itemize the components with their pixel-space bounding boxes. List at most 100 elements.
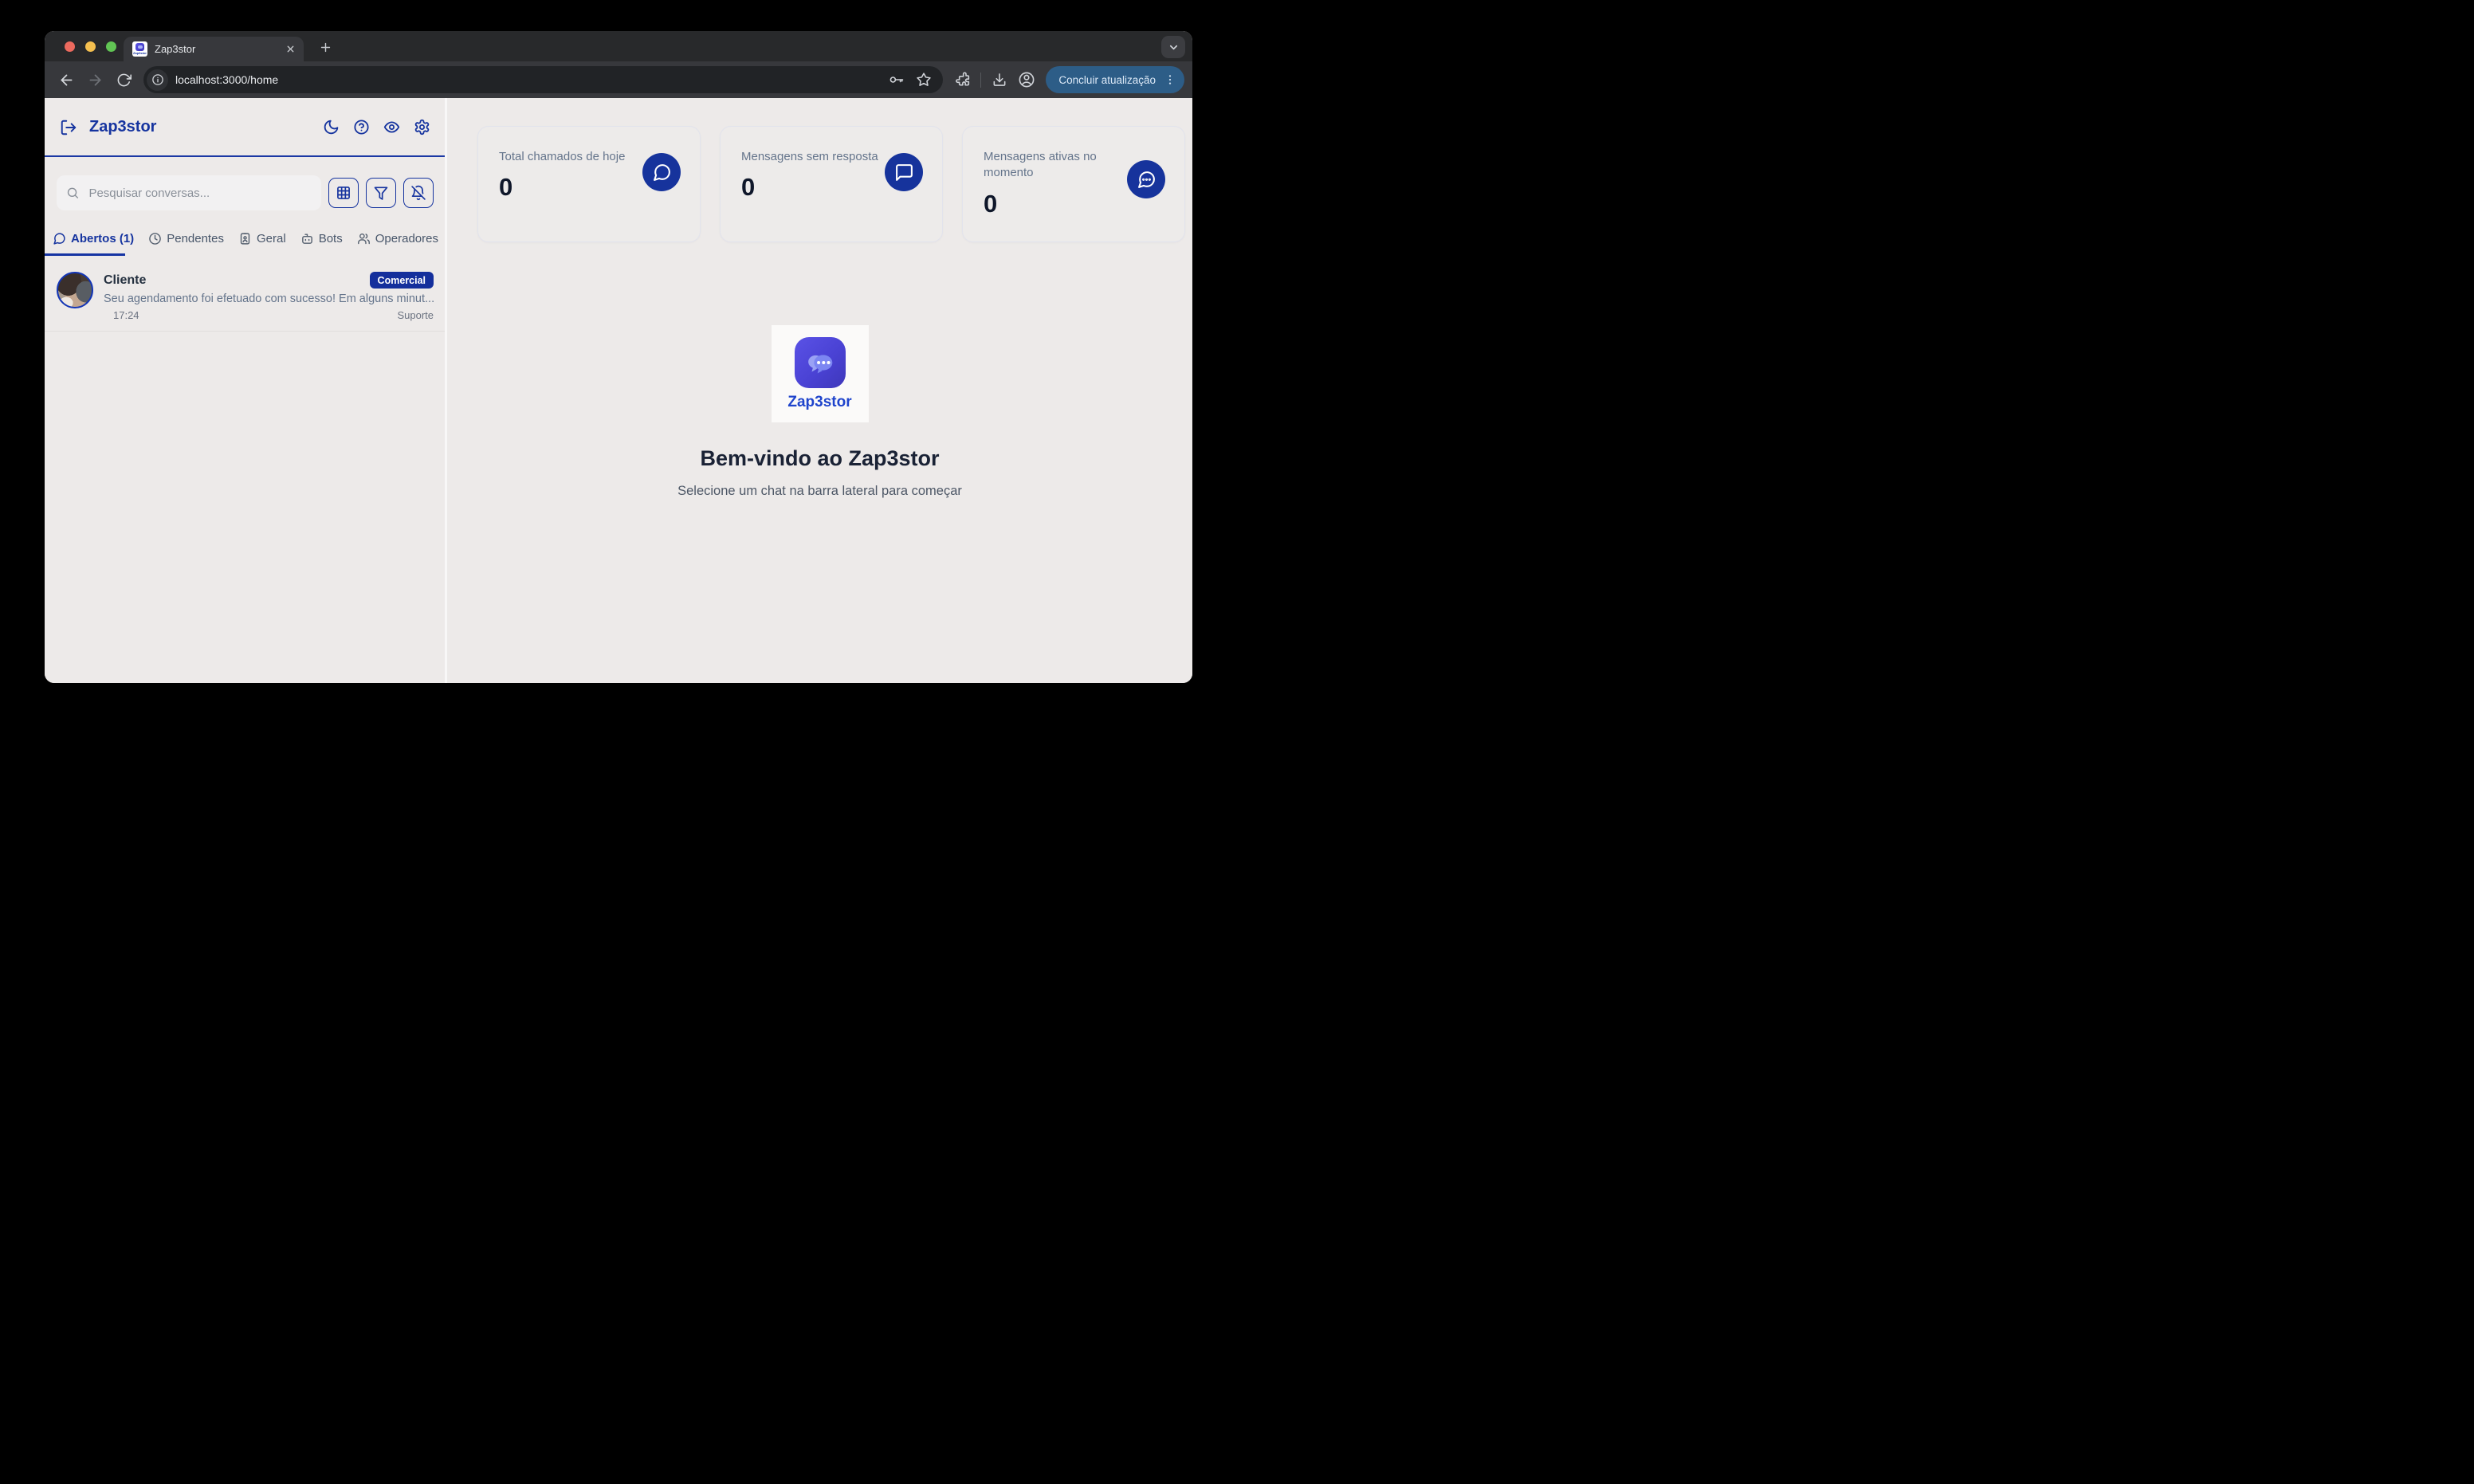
users-icon [357, 232, 371, 245]
extensions-button[interactable] [949, 66, 975, 93]
tab-close-icon[interactable] [285, 44, 296, 54]
chevron-down-icon [1168, 41, 1180, 53]
bot-icon [300, 232, 314, 245]
chat-list-item[interactable]: Cliente Comercial Seu agendamento foi ef… [45, 261, 445, 332]
browser-toolbar: localhost:3000/home Concluir atualização [45, 61, 1192, 98]
url-text[interactable]: localhost:3000/home [175, 73, 878, 86]
moon-icon [323, 119, 340, 135]
close-window-button[interactable] [65, 41, 75, 52]
search-input[interactable] [87, 186, 312, 201]
tab-operadores[interactable]: Operadores [355, 232, 440, 245]
chat-avatar [57, 272, 93, 308]
sidebar: Zap3stor [45, 98, 445, 683]
tab-abertos[interactable]: Abertos (1) [51, 232, 135, 245]
dark-mode-button[interactable] [323, 119, 340, 135]
tab-geral[interactable]: Geral [237, 232, 288, 245]
stat-label: Total chamados de hoje [499, 149, 646, 165]
tab-bots[interactable]: Bots [299, 232, 344, 245]
welcome-heading: Bem-vindo ao Zap3stor [700, 446, 939, 471]
zap3stor-logo-icon [135, 43, 144, 51]
grid-view-button[interactable] [328, 178, 359, 208]
browser-window: Zap3stor Zap3stor localhost:30 [45, 31, 1192, 683]
app-logo-text: Zap3stor [787, 394, 851, 411]
bookmark-button[interactable] [916, 72, 932, 88]
back-button[interactable] [53, 66, 80, 93]
logout-button[interactable] [60, 119, 77, 136]
star-icon [916, 72, 932, 88]
download-icon [992, 72, 1007, 88]
message-square-icon [885, 153, 923, 191]
stat-label: Mensagens ativas no momento [984, 149, 1103, 182]
window-controls [65, 41, 116, 52]
tab-abertos-label: Abertos (1) [71, 232, 134, 245]
search-conversations-box[interactable] [57, 175, 321, 210]
reload-button[interactable] [110, 66, 137, 93]
stat-card-sem-resposta: Mensagens sem resposta 0 [720, 126, 943, 242]
bell-off-icon [410, 185, 426, 201]
menu-three-dots-icon[interactable] [1164, 73, 1176, 86]
stat-card-ativas: Mensagens ativas no momento 0 [962, 126, 1185, 242]
message-dots-icon [1127, 160, 1165, 198]
stat-label: Mensagens sem resposta [741, 149, 889, 165]
filter-button[interactable] [366, 178, 396, 208]
settings-button[interactable] [414, 119, 430, 135]
site-info-button[interactable] [147, 69, 168, 91]
chat-message-preview: Seu agendamento foi efetuado com sucesso… [104, 292, 434, 305]
conversation-tabs: Abertos (1) Pendentes Geral Bots Operado… [45, 222, 445, 254]
favicon-text: Zap3stor [133, 51, 147, 55]
tab-operadores-label: Operadores [375, 232, 438, 245]
new-tab-button[interactable] [316, 38, 334, 56]
back-arrow-icon [58, 72, 75, 88]
gear-icon [414, 119, 430, 135]
reload-icon [116, 73, 132, 88]
chat-contact-name: Cliente [104, 273, 146, 288]
info-icon [151, 73, 164, 86]
eye-icon [383, 119, 400, 135]
main-panel: Total chamados de hoje 0 Mensagens sem r… [447, 98, 1192, 683]
zap3stor-app-icon [795, 337, 846, 388]
puzzle-icon [954, 72, 970, 88]
password-manager-button[interactable] [889, 72, 905, 88]
table-grid-icon [336, 185, 351, 201]
sidebar-actions [323, 119, 430, 135]
chat-queue-label: Suporte [397, 309, 434, 321]
stat-card-total-chamados: Total chamados de hoje 0 [477, 126, 701, 242]
mute-notifications-button[interactable] [403, 178, 434, 208]
forward-arrow-icon [87, 72, 104, 88]
tab-geral-label: Geral [257, 232, 286, 245]
toolbar-separator [980, 73, 981, 88]
active-tab-underline [45, 253, 125, 257]
tab-title: Zap3stor [155, 43, 278, 55]
help-circle-icon [353, 119, 370, 135]
tab-pendentes[interactable]: Pendentes [147, 232, 226, 245]
chat-item-content: Cliente Comercial Seu agendamento foi ef… [104, 272, 434, 321]
minimize-window-button[interactable] [85, 41, 96, 52]
stat-cards: Total chamados de hoje 0 Mensagens sem r… [477, 126, 1192, 242]
chat-tag-badge: Comercial [370, 272, 434, 289]
profile-button[interactable] [1014, 66, 1039, 93]
message-circle-icon [642, 153, 681, 191]
tab-search-button[interactable] [1161, 36, 1185, 58]
app-logo-box: Zap3stor [772, 325, 869, 422]
search-row [45, 157, 445, 217]
sidebar-header: Zap3stor [45, 98, 445, 157]
id-badge-icon [238, 232, 252, 245]
browser-tab[interactable]: Zap3stor Zap3stor [124, 37, 304, 61]
logout-icon [60, 119, 77, 136]
zoom-window-button[interactable] [106, 41, 116, 52]
key-icon [889, 72, 905, 88]
welcome-section: Zap3stor Bem-vindo ao Zap3stor Selecione… [447, 325, 1192, 499]
downloads-button[interactable] [987, 66, 1012, 93]
chat-bubble-icon [53, 232, 66, 245]
finish-update-button[interactable]: Concluir atualização [1046, 66, 1184, 93]
help-button[interactable] [353, 119, 370, 135]
forward-button[interactable] [81, 66, 108, 93]
address-bar[interactable]: localhost:3000/home [143, 66, 943, 93]
visibility-button[interactable] [383, 119, 400, 135]
clock-icon [148, 232, 162, 245]
chat-timestamp: 17:24 [113, 309, 139, 321]
filter-funnel-icon [373, 185, 389, 201]
tab-pendentes-label: Pendentes [167, 232, 224, 245]
finish-update-label: Concluir atualização [1058, 74, 1156, 86]
tab-bots-label: Bots [319, 232, 343, 245]
